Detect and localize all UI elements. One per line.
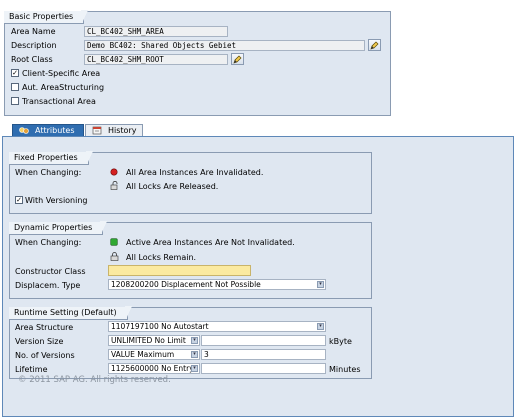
red-status-icon bbox=[110, 168, 118, 176]
client-specific-checkbox[interactable]: ✓ bbox=[11, 69, 19, 77]
dynamic-status2-text: All Locks Remain. bbox=[126, 253, 197, 262]
tab-attributes-label: Attributes bbox=[35, 126, 75, 135]
root-class-label: Root Class bbox=[11, 55, 53, 64]
dropdown-arrow-icon[interactable]: ▾ bbox=[317, 281, 324, 288]
fixed-status1-text: All Area Instances Are Invalidated. bbox=[126, 168, 264, 177]
no-of-versions-value: VALUE Maximum bbox=[111, 350, 175, 359]
lifetime-input[interactable] bbox=[201, 363, 326, 374]
basic-properties-title: Basic Properties bbox=[4, 10, 90, 24]
no-of-versions-select[interactable]: VALUE Maximum ▾ bbox=[108, 349, 200, 360]
description-field[interactable]: Demo BC402: Shared Objects Gebiet bbox=[84, 40, 365, 51]
with-versioning-checkbox[interactable]: ✓ bbox=[15, 196, 23, 204]
dropdown-arrow-icon[interactable]: ▾ bbox=[317, 323, 324, 330]
edit-root-class-button[interactable] bbox=[231, 53, 244, 65]
dynamic-status1-text: Active Area Instances Are Not Invalidate… bbox=[126, 238, 295, 247]
tab-history-label: History bbox=[108, 126, 137, 135]
transactional-label: Transactional Area bbox=[22, 97, 96, 106]
constructor-class-field[interactable] bbox=[108, 265, 251, 276]
edit-description-button[interactable] bbox=[368, 39, 381, 51]
dropdown-arrow-icon[interactable]: ▾ bbox=[191, 351, 198, 358]
area-name-field[interactable]: CL_BC402_SHM_AREA bbox=[84, 26, 228, 37]
no-of-versions-label: No. of Versions bbox=[15, 351, 75, 360]
lifetime-select[interactable]: 1125600000 No Entry ▾ bbox=[108, 363, 200, 374]
description-label: Description bbox=[11, 41, 57, 50]
fixed-status2-text: All Locks Are Released. bbox=[126, 182, 219, 191]
aut-area-structuring-label: Aut. AreaStructuring bbox=[22, 83, 105, 92]
area-structure-select[interactable]: 1107197100 No Autostart ▾ bbox=[108, 321, 326, 332]
green-status-icon bbox=[110, 238, 118, 246]
no-of-versions-input[interactable]: 3 bbox=[201, 349, 326, 360]
constructor-class-label: Constructor Class bbox=[15, 267, 86, 276]
fixed-properties-group: Fixed Properties When Changing: All Area… bbox=[9, 151, 372, 214]
area-structure-value: 1107197100 No Autostart bbox=[111, 322, 209, 331]
dropdown-arrow-icon[interactable]: ▾ bbox=[191, 365, 198, 372]
dynamic-when-changing-label: When Changing: bbox=[15, 238, 82, 247]
area-structure-label: Area Structure bbox=[15, 323, 74, 332]
pencil-icon bbox=[370, 41, 379, 50]
lock-icon bbox=[110, 252, 119, 261]
with-versioning-label: With Versioning bbox=[25, 196, 88, 205]
pencil-icon bbox=[233, 55, 242, 64]
dynamic-properties-title: Dynamic Properties bbox=[9, 221, 109, 235]
fixed-when-changing-label: When Changing: bbox=[15, 168, 82, 177]
lifetime-unit: Minutes bbox=[329, 365, 361, 374]
root-class-field[interactable]: CL_BC402_SHM_ROOT bbox=[84, 54, 228, 65]
area-name-label: Area Name bbox=[11, 27, 56, 36]
dynamic-properties-group: Dynamic Properties When Changing: Active… bbox=[9, 221, 372, 299]
transactional-checkbox[interactable] bbox=[11, 97, 19, 105]
version-size-value: UNLIMITED No Limit bbox=[111, 336, 186, 345]
runtime-setting-group: Runtime Setting (Default) Area Structure… bbox=[9, 306, 372, 379]
fixed-properties-title: Fixed Properties bbox=[9, 151, 94, 165]
aut-area-structuring-checkbox[interactable] bbox=[11, 83, 19, 91]
lifetime-label: Lifetime bbox=[15, 365, 48, 374]
runtime-setting-title: Runtime Setting (Default) bbox=[9, 306, 133, 320]
displacem-type-select[interactable]: 1208200200 Displacement Not Possible ▾ bbox=[108, 279, 326, 290]
displacem-type-value: 1208200200 Displacement Not Possible bbox=[111, 280, 261, 289]
copyright-watermark: © 2011 SAP AG. All rights reserved. bbox=[18, 375, 171, 385]
dropdown-arrow-icon[interactable]: ▾ bbox=[191, 337, 198, 344]
basic-properties-group: Basic Properties Area Name CL_BC402_SHM_… bbox=[4, 10, 391, 116]
client-specific-label: Client-Specific Area bbox=[22, 69, 101, 78]
displacem-type-label: Displacem. Type bbox=[15, 281, 81, 290]
version-size-label: Version Size bbox=[15, 337, 64, 346]
version-size-unit: kByte bbox=[329, 337, 352, 346]
lifetime-value: 1125600000 No Entry bbox=[111, 364, 194, 373]
version-size-select[interactable]: UNLIMITED No Limit ▾ bbox=[108, 335, 200, 346]
unlock-icon bbox=[110, 181, 118, 190]
version-size-input[interactable] bbox=[201, 335, 326, 346]
